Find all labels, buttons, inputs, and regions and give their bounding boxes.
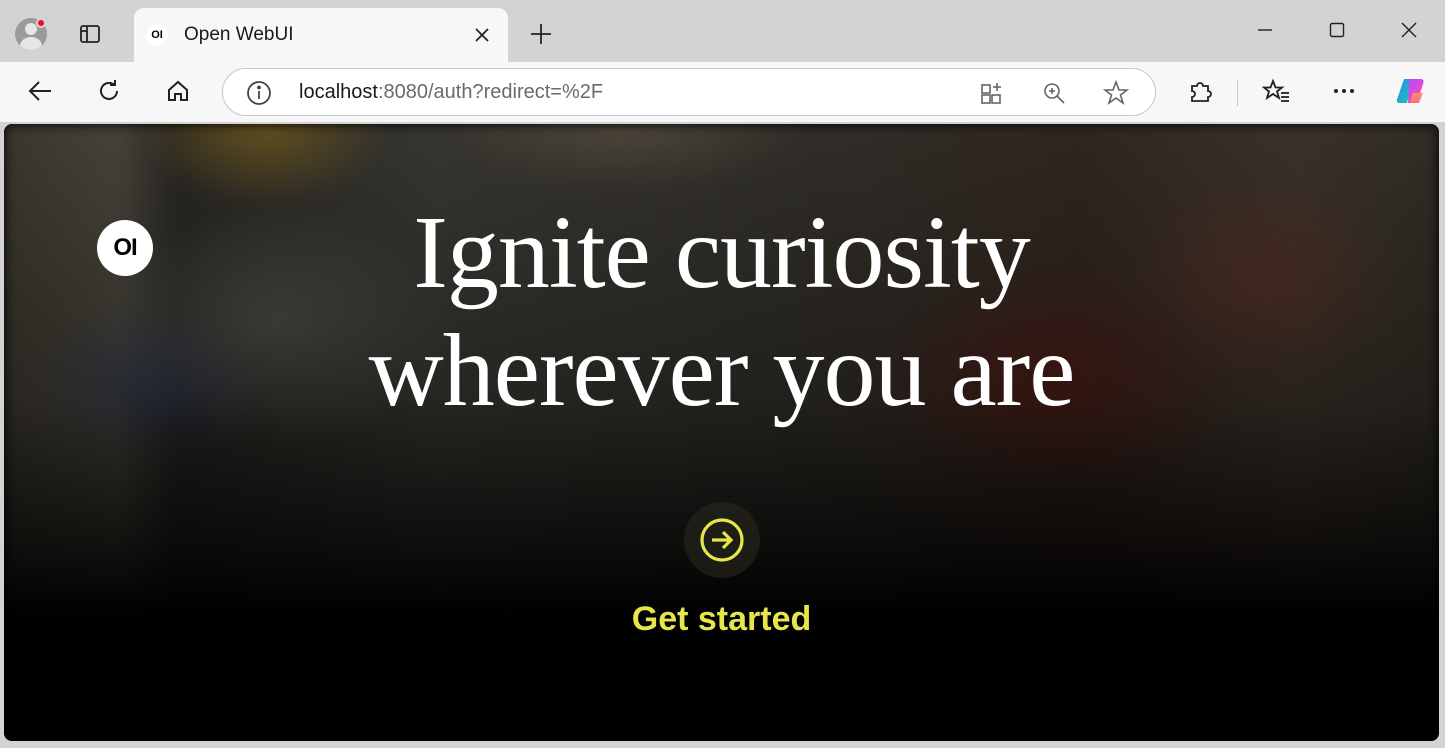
url-host: localhost bbox=[299, 81, 378, 103]
favorites-button[interactable] bbox=[1255, 70, 1297, 112]
profile-button[interactable] bbox=[10, 14, 52, 54]
tab-actions-icon bbox=[80, 25, 100, 43]
arrow-right-circle-icon bbox=[700, 518, 744, 562]
url-text[interactable]: localhost:8080/auth?redirect=%2F bbox=[299, 81, 603, 104]
zoom-icon bbox=[1044, 83, 1065, 104]
tab-strip: OI Open WebUI bbox=[0, 0, 1445, 62]
puzzle-icon bbox=[1191, 82, 1212, 102]
tab-actions-button[interactable] bbox=[70, 16, 110, 52]
back-button[interactable] bbox=[19, 70, 61, 112]
active-tab[interactable]: OI Open WebUI bbox=[134, 8, 508, 62]
home-button[interactable] bbox=[157, 70, 199, 112]
get-started-label[interactable]: Get started bbox=[4, 600, 1439, 639]
app-available-button[interactable] bbox=[975, 76, 1009, 110]
hero-headline: Ignite curiosity wherever you are bbox=[4, 194, 1439, 430]
close-window-icon bbox=[1401, 22, 1417, 38]
extensions-button[interactable] bbox=[1179, 70, 1221, 112]
favorites-icon bbox=[1262, 78, 1289, 102]
maximize-button[interactable] bbox=[1314, 10, 1360, 50]
browser-window: OI Open WebUI localhost:8080/auth?redire… bbox=[0, 0, 1445, 748]
favorite-button[interactable] bbox=[1099, 76, 1133, 110]
site-info-button[interactable] bbox=[245, 79, 273, 107]
maximize-icon bbox=[1329, 22, 1345, 38]
star-icon bbox=[1103, 80, 1129, 106]
info-icon bbox=[247, 81, 271, 105]
more-icon bbox=[1334, 89, 1354, 93]
new-tab-button[interactable] bbox=[522, 16, 560, 52]
get-started-button[interactable] bbox=[684, 502, 760, 578]
back-arrow-icon bbox=[28, 81, 51, 101]
url-path: :8080/auth?redirect=%2F bbox=[377, 81, 604, 103]
tab-title: Open WebUI bbox=[184, 24, 294, 45]
address-bar[interactable]: localhost:8080/auth?redirect=%2F bbox=[222, 68, 1156, 116]
plus-icon bbox=[531, 24, 551, 44]
headline-line-2: wherever you are bbox=[368, 313, 1076, 428]
home-icon bbox=[168, 80, 188, 101]
reload-icon bbox=[100, 80, 118, 100]
zoom-button[interactable] bbox=[1037, 76, 1071, 110]
reload-button[interactable] bbox=[88, 70, 130, 112]
page-viewport: OI Ignite curiosity wherever you are Get… bbox=[4, 124, 1439, 741]
settings-menu-button[interactable] bbox=[1323, 70, 1365, 112]
apps-icon bbox=[981, 83, 1001, 104]
close-icon bbox=[475, 28, 489, 42]
headline-line-1: Ignite curiosity bbox=[413, 195, 1031, 310]
copilot-icon bbox=[1396, 79, 1424, 103]
toolbar-separator bbox=[1237, 80, 1238, 106]
notification-dot bbox=[36, 18, 46, 28]
close-tab-button[interactable] bbox=[468, 21, 496, 49]
tab-favicon: OI bbox=[146, 24, 168, 46]
minimize-button[interactable] bbox=[1242, 10, 1288, 50]
close-window-button[interactable] bbox=[1386, 10, 1432, 50]
minimize-icon bbox=[1258, 29, 1272, 31]
copilot-button[interactable] bbox=[1390, 70, 1432, 112]
browser-toolbar: localhost:8080/auth?redirect=%2F bbox=[0, 62, 1445, 122]
